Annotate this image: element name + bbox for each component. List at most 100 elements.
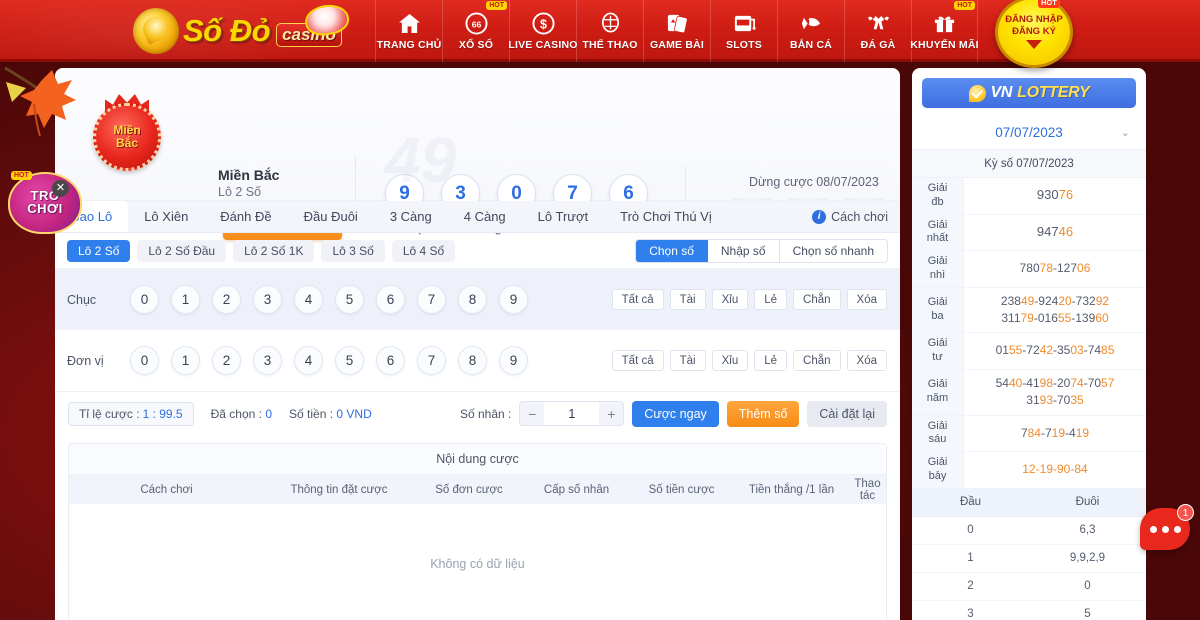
quick-xiu[interactable]: Xỉu (711, 289, 749, 310)
quick-xoa[interactable]: Xóa (846, 289, 887, 310)
digit-button[interactable]: 4 (294, 285, 323, 314)
digit-button[interactable]: 8 (458, 346, 487, 375)
add-number-button[interactable]: Thêm số (726, 400, 800, 427)
digit-button[interactable]: 0 (130, 346, 159, 375)
quick-le[interactable]: Lẻ (754, 350, 788, 371)
quick-tai[interactable]: Tài (669, 289, 706, 310)
mode-chon-so[interactable]: Chọn số (636, 240, 708, 262)
mode-nhap-so[interactable]: Nhập số (708, 240, 780, 262)
tab-4-cang[interactable]: 4 Càng (448, 201, 522, 232)
chat-unread-count: 1 (1177, 504, 1194, 521)
prize-name: Giải bảy (912, 452, 964, 488)
prize-row-db: Giải đb 93076 (912, 178, 1146, 215)
digit-button[interactable]: 5 (335, 285, 364, 314)
digit-button[interactable]: 2 (212, 346, 241, 375)
quick-xoa[interactable]: Xóa (846, 350, 887, 371)
chat-dot (1149, 525, 1157, 533)
date-selector[interactable]: 07/07/2023 ⌄ (912, 116, 1146, 150)
multiplier-increment-button[interactable]: + (599, 402, 624, 425)
nav-label: ĐÁ GÀ (860, 39, 896, 51)
chip-lo-2-so[interactable]: Lô 2 Số (67, 239, 131, 262)
prize-seg-highlight: 12-19-90-84 (1022, 462, 1088, 477)
nav-item-slots[interactable]: SLOTS (710, 0, 777, 62)
nav-item-game-bai[interactable]: GAME BÀI (643, 0, 710, 62)
nav-item-khuyen-mai[interactable]: HOT KHUYẾN MÃI (910, 0, 979, 62)
digit-button[interactable]: 3 (253, 346, 282, 375)
reset-button[interactable]: Cài đặt lại (807, 400, 887, 427)
quick-chan[interactable]: Chẵn (793, 350, 841, 371)
tab-lo-xien[interactable]: Lô Xiên (128, 201, 204, 232)
tab-tro-choi-thu-vi[interactable]: Trò Chơi Thú Vị (604, 201, 728, 232)
multiplier-decrement-button[interactable]: − (520, 402, 545, 425)
nav-label: BẮN CÁ (789, 39, 833, 51)
login-hot-badge: HOT (1038, 0, 1060, 8)
digit-button[interactable]: 1 (171, 285, 200, 314)
nav-item-the-thao[interactable]: THỂ THAO (576, 0, 643, 62)
nav-item-live-casino[interactable]: $ LIVE CASINO (508, 0, 577, 62)
tab-dau-duoi[interactable]: Đầu Đuôi (288, 201, 374, 232)
prize-name-line2: nhì (929, 268, 946, 281)
digit-button[interactable]: 0 (130, 285, 159, 314)
digit-button[interactable]: 9 (499, 346, 528, 375)
digit-button[interactable]: 2 (212, 285, 241, 314)
digit-button[interactable]: 7 (417, 285, 446, 314)
digit-button[interactable]: 6 (376, 346, 405, 375)
nav-label: THỂ THAO (582, 39, 638, 51)
col-thao-tac: Thao tác (854, 477, 881, 502)
chip-lo-3-so[interactable]: Lô 3 Số (321, 239, 385, 262)
digit-button[interactable]: 8 (458, 285, 487, 314)
multiplier-stepper: − + (519, 401, 625, 426)
quick-le[interactable]: Lẻ (754, 289, 788, 310)
prize-seg: 31 (1026, 393, 1040, 408)
quick-xiu[interactable]: Xỉu (711, 350, 749, 371)
bet-content-table: Nội dung cược Cách chơi Thông tin đặt cư… (68, 443, 887, 620)
picker-row-chuc: Chục 0 1 2 3 4 5 6 7 8 9 Tất cả Tài Xỉu … (55, 269, 900, 330)
gift-icon (933, 11, 956, 36)
quick-chan[interactable]: Chẵn (793, 289, 841, 310)
chip-lo-4-so[interactable]: Lô 4 Số (391, 239, 456, 262)
prize-row-bay: Giải bảy 12-19-90-84 (912, 452, 1146, 489)
nav-item-ban-ca[interactable]: BẮN CÁ (777, 0, 844, 62)
duoi-value: 5 (1084, 608, 1091, 620)
digit-button[interactable]: 4 (294, 346, 323, 375)
digit-button[interactable]: 9 (499, 285, 528, 314)
prize-seg: 54 (995, 375, 1009, 390)
logo-swirl-icon (133, 8, 179, 54)
how-to-play-link[interactable]: i Cách chơi (812, 201, 888, 233)
quick-tat-ca[interactable]: Tất cả (611, 350, 664, 371)
prize-value: 23849-92420-73292 31179-01655-13960 (964, 288, 1146, 333)
tab-danh-de[interactable]: Đánh Đề (204, 201, 287, 232)
prize-name-line2: sáu (928, 433, 947, 446)
nav-item-da-ga[interactable]: ĐÁ GÀ (844, 0, 911, 62)
football-icon (599, 11, 622, 36)
digit-button[interactable]: 3 (253, 285, 282, 314)
prize-seg: -732 (1071, 293, 1096, 308)
digit-button[interactable]: 7 (417, 346, 446, 375)
nav-item-trang-chu[interactable]: TRANG CHỦ (375, 0, 442, 62)
chip-lo-2-so-dau[interactable]: Lô 2 Số Đầu (137, 239, 227, 262)
digit-button[interactable]: 6 (376, 285, 405, 314)
game-header: Miền Bắc Miền Bắc Lô 2 Số Sảnh trò chơi … (55, 68, 900, 240)
nav-item-xo-so[interactable]: HOT 66 XỔ SỐ (442, 0, 509, 62)
odds-badge: Tỉ lệ cược : 1 : 99.5 (68, 401, 194, 426)
vnlottery-banner[interactable]: VN LOTTERY (922, 78, 1136, 108)
digit-button[interactable]: 5 (335, 346, 364, 375)
tro-choi-promo-badge[interactable]: TRÒ CHƠI HOT (8, 171, 82, 234)
quick-tai[interactable]: Tài (669, 350, 706, 371)
chip-lo-2-so-1k[interactable]: Lô 2 Số 1K (233, 239, 315, 262)
multiplier-input[interactable] (544, 402, 600, 425)
site-logo[interactable]: Số Đỏ casino (133, 2, 351, 58)
tab-3-cang[interactable]: 3 Càng (374, 201, 448, 232)
prize-name: Giải nhất (912, 214, 964, 250)
prize-row-tu: Giải tư 0155-7242-3503-7485 (912, 333, 1146, 370)
close-icon[interactable]: ✕ (52, 180, 69, 197)
chat-support-button[interactable]: 1 (1140, 504, 1194, 552)
tab-lo-truot[interactable]: Lô Trượt (522, 201, 604, 232)
login-register-button[interactable]: ĐĂNG NHẬP ĐĂNG KÝ (995, 0, 1073, 68)
mode-chon-so-nhanh[interactable]: Chọn số nhanh (780, 240, 887, 262)
quick-tat-ca[interactable]: Tất cả (611, 289, 664, 310)
bet-now-button[interactable]: Cược ngay (632, 400, 719, 427)
digit-button[interactable]: 1 (171, 346, 200, 375)
prize-seg: 780 (1019, 261, 1040, 276)
countdown-label: Dừng cược 08/07/2023 (749, 175, 879, 189)
